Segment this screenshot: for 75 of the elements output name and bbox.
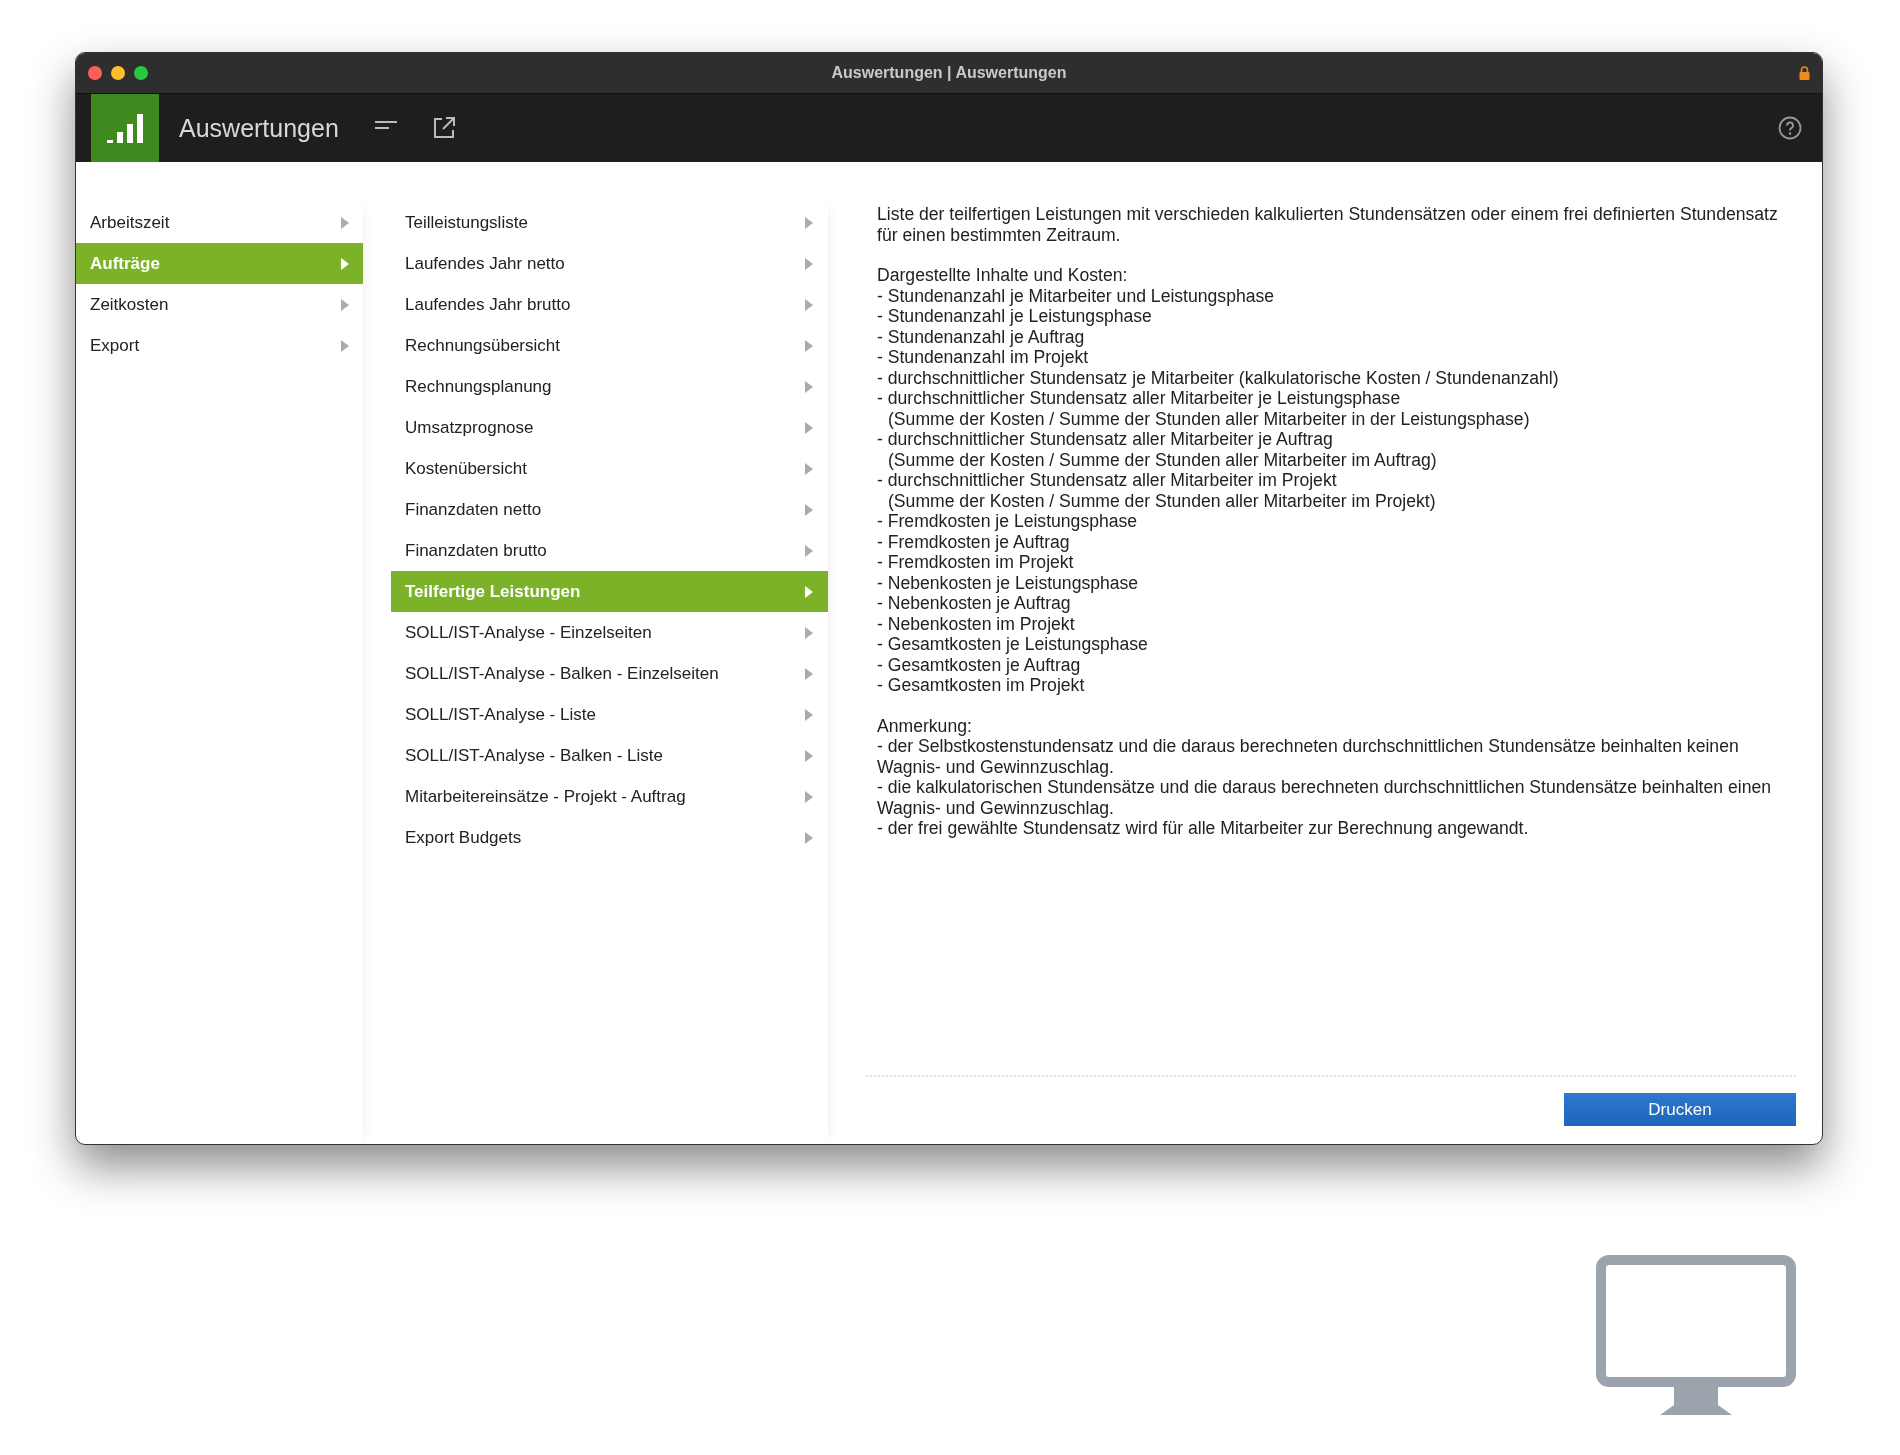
description-text: Liste der teilfertigen Leistungen mit verschieden kalkulierten Stundensätzen oder einem frei definierten Stundensatz für einen bestimmten Zeitraum. [877, 204, 1779, 245]
caret-icon [805, 216, 813, 229]
description-text: - Gesamtkosten im Projekt [877, 675, 1086, 696]
description-text: - die kalkulatorischen Stundensätze und die daraus berechneten durchschnittlichen Stundensätze beinhalten einen Wagnis- und Gewinnzuschlag. [877, 777, 1772, 818]
external-link-icon[interactable] [432, 117, 455, 139]
description-text: - durchschnittlicher Stundensatz aller Mitarbeiter je Leistungsphase [877, 388, 1402, 409]
report-item[interactable]: SOLL/IST-Analyse - Balken - Liste [391, 735, 828, 776]
description-text: (Summe der Kosten / Summe der Stunden aller Mitarbeiter im Projekt) [887, 490, 1437, 511]
close-button[interactable] [88, 66, 102, 80]
report-item[interactable]: SOLL/IST-Analyse - Liste [391, 694, 828, 735]
description-text: Anmerkung: [877, 715, 973, 736]
help-icon[interactable] [1778, 116, 1802, 140]
description-text: - Nebenkosten im Projekt [877, 613, 1076, 634]
caret-icon [805, 790, 813, 803]
description-text: (Summe der Kosten / Summe der Stunden aller Mitarbeiter in der Leistungsphase) [887, 408, 1531, 429]
caret-icon [805, 339, 813, 352]
description-text: - Stundenanzahl je Mitarbeiter und Leistungsphase [877, 285, 1276, 306]
app-title: Auswertungen [179, 113, 339, 143]
caret-icon [805, 708, 813, 721]
description-text: - Fremdkosten je Leistungsphase [877, 511, 1139, 532]
caret-icon [805, 749, 813, 762]
caret-icon [805, 298, 813, 311]
description-text: - Stundenanzahl im Projekt [877, 347, 1090, 368]
category-item[interactable]: Zeitkosten [76, 284, 363, 325]
report-item[interactable]: Rechnungsübersicht [391, 325, 828, 366]
description-text: - durchschnittlicher Stundensatz je Mitarbeiter (kalkulatorische Kosten / Stundenanzahl) [877, 367, 1560, 388]
bar-chart-icon [107, 112, 143, 144]
caret-icon [341, 216, 349, 229]
description-text: - Nebenkosten je Auftrag [877, 593, 1072, 614]
category-item[interactable]: Export [76, 325, 363, 366]
report-item[interactable]: Laufendes Jahr brutto [391, 284, 828, 325]
report-item[interactable]: Teilleistungsliste [391, 202, 828, 243]
monitor-icon [1596, 1255, 1796, 1417]
report-item[interactable]: Export Budgets [391, 817, 828, 858]
description-text: - Fremdkosten je Auftrag [877, 531, 1071, 552]
caret-icon [805, 421, 813, 434]
report-item[interactable]: Mitarbeitereinsätze - Projekt - Auftrag [391, 776, 828, 817]
report-item[interactable]: SOLL/IST-Analyse - Einzelseiten [391, 612, 828, 653]
description-text: - Fremdkosten im Projekt [877, 552, 1075, 573]
description-text: - Stundenanzahl je Auftrag [877, 326, 1086, 347]
category-item[interactable]: Arbeitszeit [76, 202, 363, 243]
description-text: - Gesamtkosten je Auftrag [877, 654, 1082, 675]
minimize-button[interactable] [111, 66, 125, 80]
description-text: - Nebenkosten je Leistungsphase [877, 572, 1140, 593]
caret-icon [805, 626, 813, 639]
report-item[interactable]: Rechnungsplanung [391, 366, 828, 407]
report-item[interactable]: SOLL/IST-Analyse - Balken - Einzelseiten [391, 653, 828, 694]
description-text: (Summe der Kosten / Summe der Stunden aller Mitarbeiter im Auftrag) [887, 449, 1438, 470]
caret-icon [805, 831, 813, 844]
caret-icon [341, 257, 349, 270]
description-text: - durchschnittlicher Stundensatz aller Mitarbeiter je Auftrag [877, 429, 1334, 450]
caret-icon [341, 298, 349, 311]
window-title: Auswertungen | Auswertungen [831, 64, 1067, 82]
caret-icon [805, 503, 813, 516]
description-text: - der Selbstkostenstundensatz und die daraus berechneten durchschnittlichen Stundensätze beinhalten keinen Wagnis- und Gewinnzuschlag. [877, 736, 1740, 777]
description-text: - der frei gewählte Stundensatz wird für alle Mitarbeiter zur Berechnung angewandt. [877, 818, 1530, 839]
report-item[interactable]: Finanzdaten netto [391, 489, 828, 530]
caret-icon [805, 585, 813, 598]
caret-icon [805, 380, 813, 393]
caret-icon [341, 339, 349, 352]
report-item[interactable]: Umsatzprognose [391, 407, 828, 448]
report-item[interactable]: Finanzdaten brutto [391, 530, 828, 571]
report-item[interactable]: Laufendes Jahr netto [391, 243, 828, 284]
description-text: - Gesamtkosten je Leistungsphase [877, 634, 1149, 655]
report-item[interactable]: Kostenübersicht [391, 448, 828, 489]
description-text: - Stundenanzahl je Leistungsphase [877, 306, 1153, 327]
caret-icon [805, 257, 813, 270]
caret-icon [805, 544, 813, 557]
print-button[interactable]: Drucken [1564, 1093, 1796, 1126]
zoom-button[interactable] [134, 66, 148, 80]
description-text: Dargestellte Inhalte und Kosten: [877, 265, 1129, 286]
caret-icon [805, 462, 813, 475]
description-text: - durchschnittlicher Stundensatz aller Mitarbeiter im Projekt [877, 470, 1338, 491]
caret-icon [805, 667, 813, 680]
lock-icon [1799, 66, 1810, 80]
